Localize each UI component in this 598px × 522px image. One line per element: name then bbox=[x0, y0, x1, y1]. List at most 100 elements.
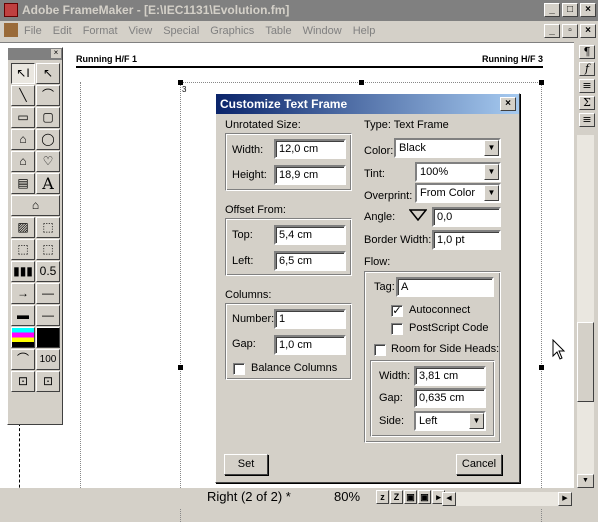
tag-field[interactable]: A bbox=[396, 277, 494, 297]
dashed-frame-icon[interactable]: ⬚ bbox=[11, 239, 35, 260]
overprint-icon[interactable]: ⊡ bbox=[11, 371, 35, 392]
close-button[interactable]: × bbox=[580, 3, 596, 17]
type-label: Type: Text Frame bbox=[364, 119, 449, 131]
angle-field[interactable]: 0,0 bbox=[432, 207, 501, 227]
rectangle-tool-icon[interactable]: ▭ bbox=[11, 107, 35, 128]
palette-close-icon[interactable]: × bbox=[51, 49, 61, 58]
text-line-tool-icon[interactable]: A bbox=[36, 173, 60, 194]
width-field[interactable]: 12,0 cm bbox=[274, 139, 346, 159]
side-gap-label: Gap: bbox=[379, 392, 403, 404]
equations-icon[interactable]: Σ bbox=[579, 96, 595, 110]
menu-file[interactable]: File bbox=[24, 25, 42, 37]
tag-label: Tag: bbox=[374, 281, 395, 293]
minimize-button[interactable]: _ bbox=[544, 3, 560, 17]
fill-pattern-icon[interactable]: ▨ bbox=[11, 217, 35, 238]
horizontal-scrollbar[interactable] bbox=[456, 492, 558, 506]
side-gap-field[interactable]: 0,635 cm bbox=[414, 388, 486, 408]
dialog-title-bar[interactable]: Customize Text Frame × bbox=[216, 94, 519, 114]
page-status[interactable]: Right (2 of 2) * bbox=[207, 489, 291, 504]
height-field[interactable]: 18,9 cm bbox=[274, 165, 346, 185]
gap-field[interactable]: 1,0 cm bbox=[274, 335, 346, 355]
dialog-close-button[interactable]: × bbox=[500, 97, 516, 111]
room-side-heads-checkbox[interactable] bbox=[374, 344, 386, 356]
border-width-field[interactable]: 1,0 pt bbox=[432, 230, 501, 250]
line-width-icon[interactable]: ▮▮▮ bbox=[11, 261, 35, 282]
knockout-icon[interactable]: ⊡ bbox=[36, 371, 60, 392]
zoom-level[interactable]: 80% bbox=[334, 489, 360, 504]
document-icon[interactable] bbox=[4, 23, 18, 37]
running-header-right: Running H/F 3 bbox=[482, 54, 543, 64]
rounded-rectangle-tool-icon[interactable]: ▢ bbox=[36, 107, 60, 128]
doc-minimize-button[interactable]: _ bbox=[544, 24, 560, 38]
menu-help[interactable]: Help bbox=[353, 25, 376, 37]
smart-select-tool-icon[interactable]: ↖I bbox=[11, 63, 35, 84]
top-field[interactable]: 5,4 cm bbox=[274, 225, 346, 245]
menu-format[interactable]: Format bbox=[83, 25, 118, 37]
paragraph-designer-icon[interactable]: ¶ bbox=[579, 45, 595, 59]
tint-icon[interactable]: ⌒ bbox=[11, 349, 35, 370]
scroll-left-arrow-icon[interactable]: ◀ bbox=[442, 492, 456, 506]
vertical-scrollbar[interactable] bbox=[577, 135, 594, 475]
vertical-scroll-thumb[interactable] bbox=[577, 322, 594, 402]
doc-restore-button[interactable]: ▫ bbox=[562, 24, 578, 38]
page-down-icon[interactable]: ▣ bbox=[404, 490, 417, 504]
window-title: Adobe FrameMaker - [E:\IEC1131\Evolution… bbox=[22, 3, 290, 17]
chevron-down-icon: ▼ bbox=[484, 164, 499, 180]
menu-view[interactable]: View bbox=[129, 25, 153, 37]
dash-pattern-icon[interactable]: ▬ bbox=[11, 305, 35, 326]
page-up-icon[interactable]: ▣ bbox=[418, 490, 431, 504]
line-end-style-icon[interactable]: — bbox=[36, 283, 60, 304]
overprint-select[interactable]: From Color ▼ bbox=[415, 183, 501, 203]
polyline-tool-icon[interactable]: ⌂ bbox=[11, 129, 35, 150]
table-catalog-icon[interactable]: ≡ bbox=[579, 113, 595, 127]
set-button[interactable]: Set bbox=[224, 454, 268, 475]
columns-label: Columns: bbox=[225, 289, 272, 301]
black-swatch-icon[interactable]: ■ bbox=[36, 327, 60, 348]
freehand-tool-icon[interactable]: ♡ bbox=[36, 151, 60, 172]
cancel-button[interactable]: Cancel bbox=[456, 454, 502, 475]
character-designer-icon[interactable]: f bbox=[579, 62, 595, 76]
width-label: Width: bbox=[232, 144, 264, 156]
balance-columns-checkbox[interactable] bbox=[233, 363, 245, 375]
offset-from-label: Offset From: bbox=[225, 204, 286, 216]
polygon-tool-icon[interactable]: ⌂ bbox=[11, 151, 35, 172]
palette-title-bar[interactable]: × bbox=[8, 48, 62, 60]
doc-close-button[interactable]: × bbox=[580, 24, 596, 38]
menu-graphics[interactable]: Graphics bbox=[210, 25, 254, 37]
object-select-tool-icon[interactable]: ↖ bbox=[36, 63, 60, 84]
dashed-pen-icon[interactable]: ⬚ bbox=[36, 239, 60, 260]
postscript-code-checkbox[interactable] bbox=[391, 323, 403, 335]
scroll-down-arrow-icon[interactable]: ▼ bbox=[577, 474, 594, 488]
color-label: Color: bbox=[364, 145, 394, 157]
frame-number: 3 bbox=[182, 85, 187, 94]
menu-edit[interactable]: Edit bbox=[53, 25, 72, 37]
color-select[interactable]: Black ▼ bbox=[394, 138, 501, 158]
left-field[interactable]: 6,5 cm bbox=[274, 251, 346, 271]
graphic-frame-tool-icon[interactable]: ⌂ bbox=[11, 195, 60, 216]
tint-select[interactable]: 100% ▼ bbox=[415, 162, 501, 182]
line-end-icon[interactable]: → bbox=[11, 283, 35, 304]
arc-tool-icon[interactable]: ⌒ bbox=[36, 85, 60, 106]
menu-special[interactable]: Special bbox=[163, 25, 199, 37]
line-tool-icon[interactable]: ╲ bbox=[11, 85, 35, 106]
menu-table[interactable]: Table bbox=[265, 25, 291, 37]
color-icon[interactable] bbox=[11, 327, 35, 348]
maximize-button[interactable]: □ bbox=[562, 3, 578, 17]
menu-window[interactable]: Window bbox=[303, 25, 342, 37]
dash-style-icon[interactable]: — bbox=[36, 305, 60, 326]
angle-icon bbox=[409, 209, 427, 221]
line-width-value[interactable]: 0.5 bbox=[36, 261, 60, 282]
pen-pattern-icon[interactable]: ⬚ bbox=[36, 217, 60, 238]
scroll-right-arrow-icon[interactable]: ▶ bbox=[558, 492, 572, 506]
zoom-out-icon[interactable]: z bbox=[376, 490, 389, 504]
text-frame-tool-icon[interactable]: ▤ bbox=[11, 173, 35, 194]
side-width-field[interactable]: 3,81 cm bbox=[414, 366, 486, 386]
side-select[interactable]: Left ▼ bbox=[414, 411, 486, 431]
tint-value[interactable]: 100 bbox=[36, 349, 60, 370]
number-field[interactable]: 1 bbox=[274, 309, 346, 329]
zoom-in-icon[interactable]: Z bbox=[390, 490, 403, 504]
paragraph-catalog-icon[interactable]: ≡ bbox=[579, 79, 595, 93]
autoconnect-checkbox[interactable]: ✓ bbox=[391, 305, 403, 317]
oval-tool-icon[interactable]: ◯ bbox=[36, 129, 60, 150]
overprint-label: Overprint: bbox=[364, 190, 413, 202]
